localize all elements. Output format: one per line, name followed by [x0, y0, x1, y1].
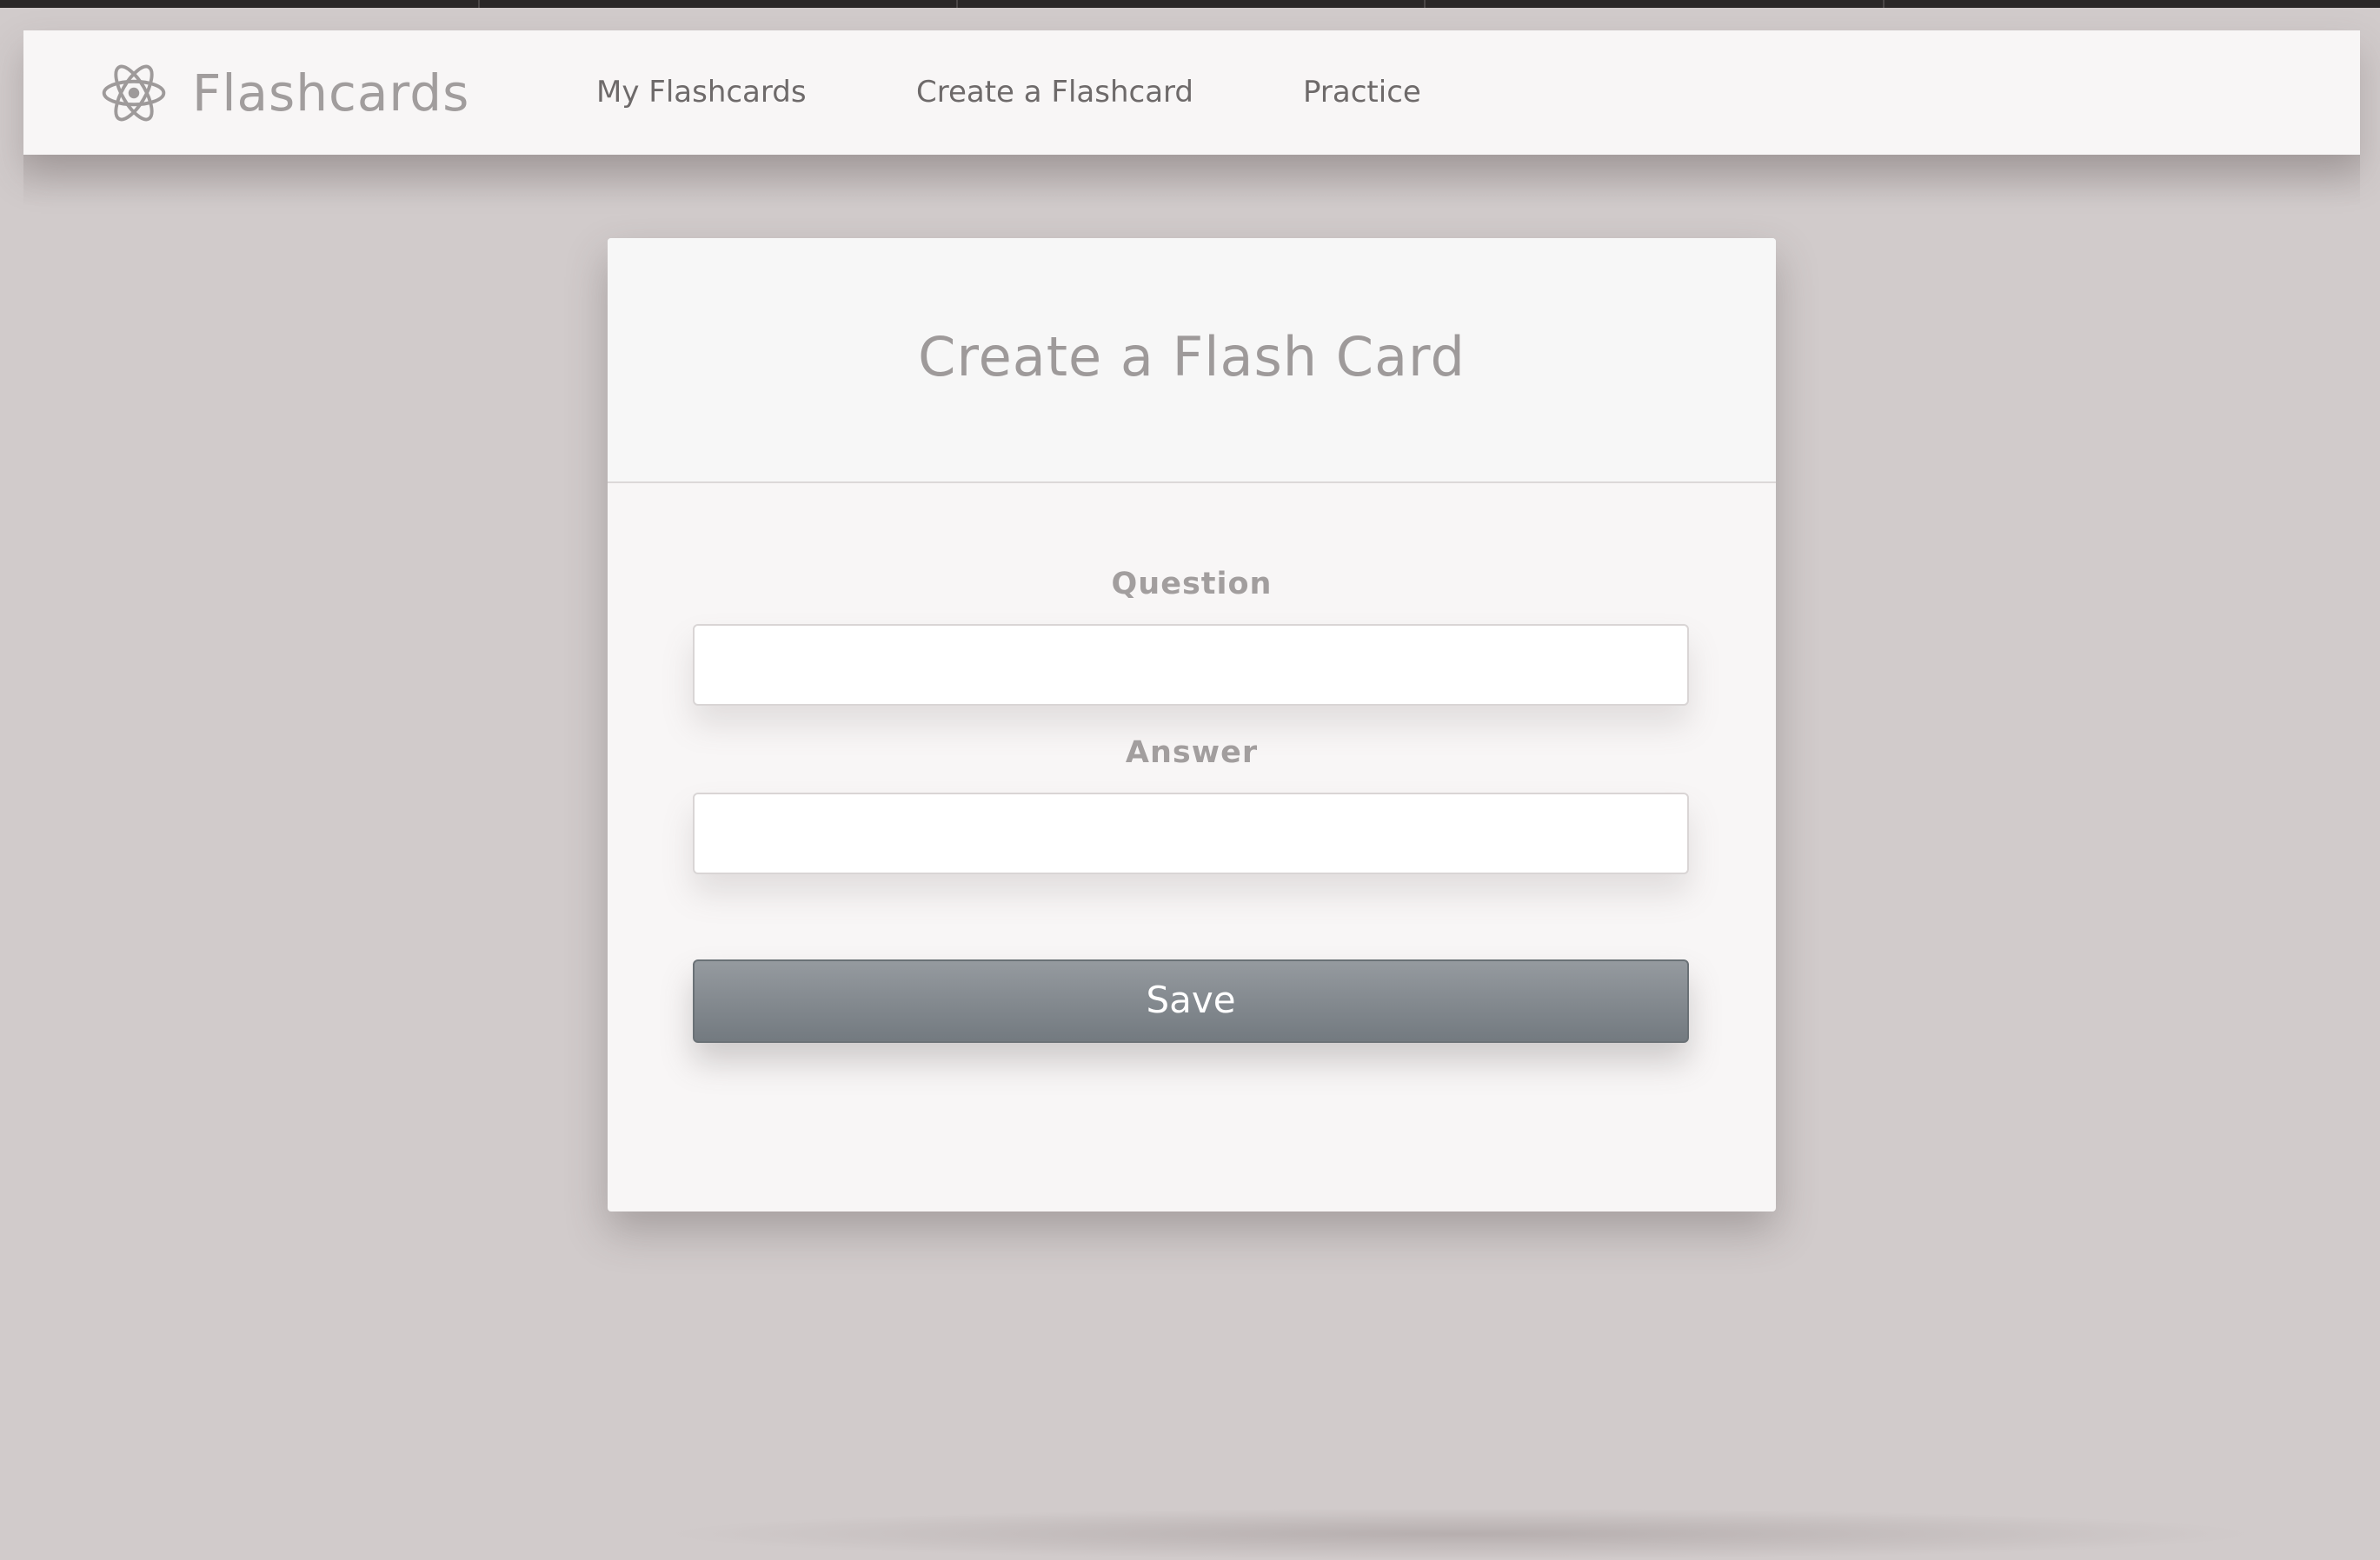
nav-link-my-flashcards[interactable]: My Flashcards [596, 30, 807, 155]
top-navbar: Flashcards My Flashcards Create a Flashc… [23, 30, 2360, 155]
browser-top-strip [0, 0, 2380, 8]
tab-divider [1424, 0, 1426, 8]
tab-divider [1883, 0, 1885, 8]
nav-link-practice[interactable]: Practice [1303, 30, 1421, 155]
answer-label: Answer [1125, 735, 1259, 770]
tab-divider [478, 0, 480, 8]
card-header: Create a Flash Card [608, 238, 1776, 483]
save-button[interactable]: Save [693, 959, 1689, 1043]
tab-divider [956, 0, 958, 8]
brand[interactable]: Flashcards [100, 56, 469, 129]
question-input[interactable] [693, 624, 1689, 706]
brand-name: Flashcards [192, 63, 470, 123]
nav-link-create-flashcard[interactable]: Create a Flashcard [916, 30, 1193, 155]
bottom-shadow [661, 1508, 2260, 1560]
create-card-panel: Create a Flash Card Question Answer Save [608, 238, 1776, 1211]
page-title: Create a Flash Card [918, 325, 1466, 388]
navbar-shadow [23, 155, 2360, 207]
atom-icon [102, 64, 166, 122]
question-label: Question [1111, 567, 1273, 601]
answer-input[interactable] [693, 793, 1689, 874]
